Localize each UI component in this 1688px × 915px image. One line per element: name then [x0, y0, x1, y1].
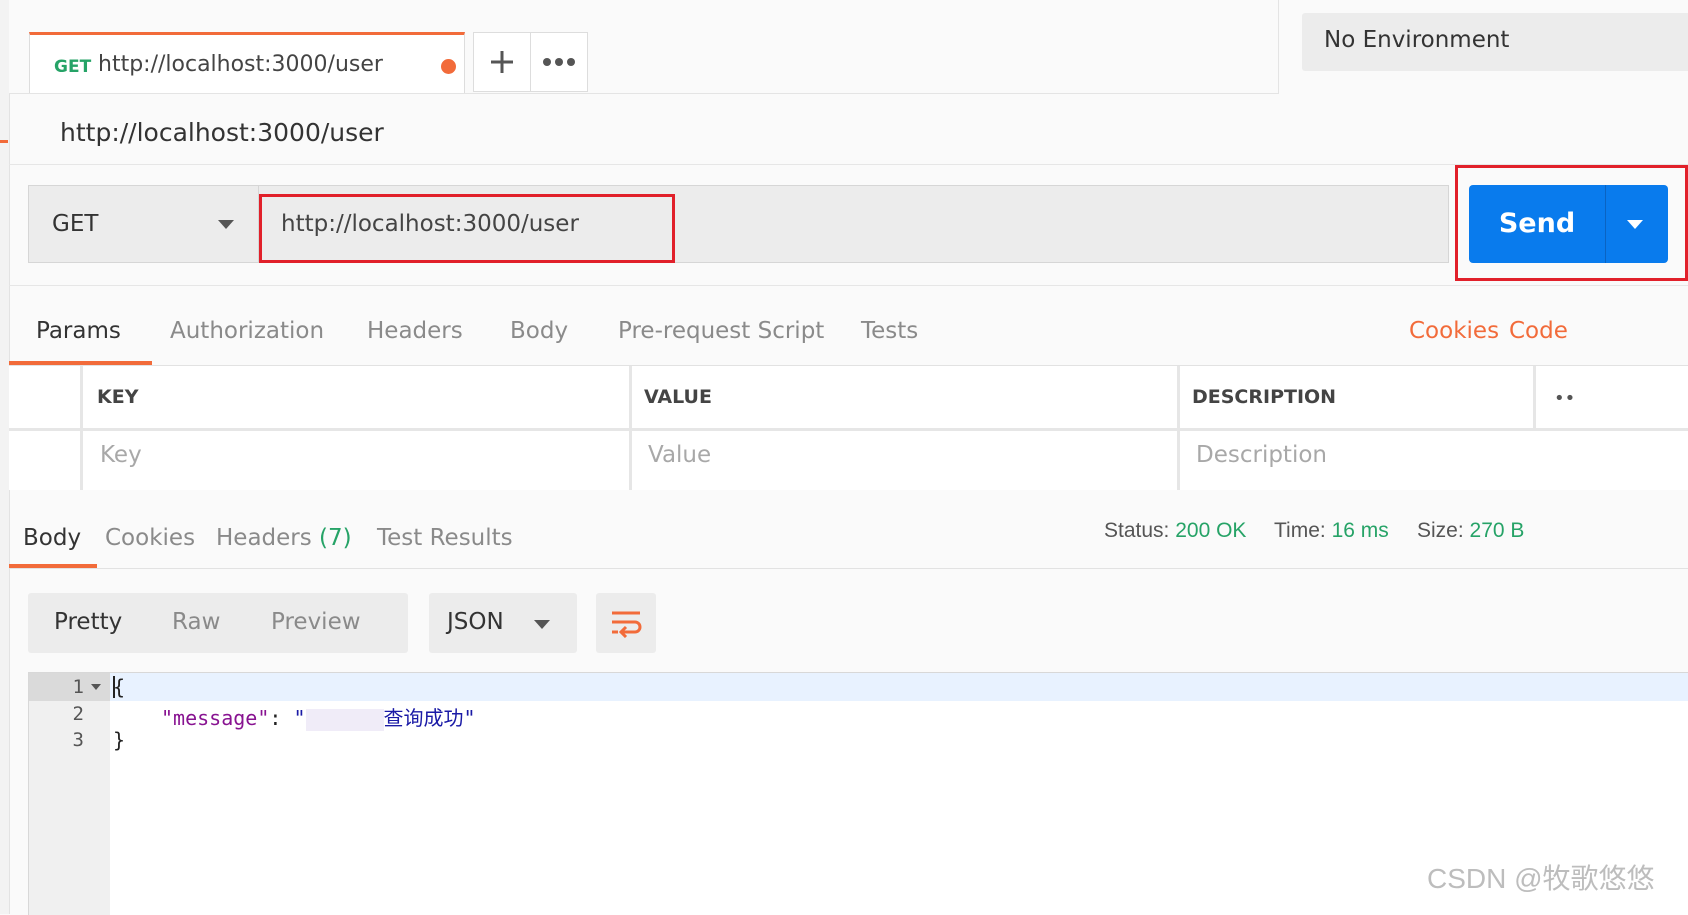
value-input[interactable]: Value — [648, 442, 711, 468]
plus-icon — [491, 51, 513, 73]
description-input[interactable]: Description — [1196, 442, 1327, 468]
tab-headers[interactable]: Headers — [367, 318, 463, 344]
more-icon — [543, 58, 575, 66]
code-line-3: } — [113, 728, 126, 752]
line-number: 2 — [72, 703, 84, 725]
preview-button[interactable]: Preview — [271, 609, 361, 635]
divider — [1278, 0, 1279, 93]
response-tab-test-results[interactable]: Test Results — [377, 525, 513, 551]
size-value: 270 B — [1469, 519, 1525, 542]
headers-count-badge: (7) — [319, 525, 352, 551]
environment-label: No Environment — [1324, 27, 1510, 53]
tab-url: http://localhost:3000/user — [98, 52, 383, 77]
code-line-2: "message": " 查询成功" — [161, 706, 476, 731]
response-tab-cookies[interactable]: Cookies — [105, 525, 195, 551]
wrap-lines-icon — [612, 611, 642, 638]
time-value: 16 ms — [1331, 519, 1389, 542]
chevron-down-icon — [218, 220, 234, 229]
tab-authorization[interactable]: Authorization — [170, 318, 324, 344]
column-header-key: KEY — [97, 386, 139, 408]
format-mode-group: Pretty Raw Preview — [28, 593, 408, 653]
status-readout: Status: 200 OK — [1104, 519, 1247, 542]
pretty-button[interactable]: Pretty — [54, 609, 122, 635]
divider — [9, 568, 1688, 569]
response-type-value: JSON — [447, 609, 504, 635]
size-readout: Size: 270 B — [1417, 519, 1525, 542]
time-readout: Time: 16 ms — [1274, 519, 1389, 542]
column-header-value: VALUE — [644, 386, 712, 408]
line-number: 1 — [72, 676, 84, 698]
tab-method: GET — [54, 57, 92, 77]
column-header-description: DESCRIPTION — [1192, 386, 1337, 408]
unsaved-dot-icon — [441, 59, 456, 74]
environment-select[interactable]: No Environment — [1302, 13, 1688, 71]
tab-tests[interactable]: Tests — [861, 318, 918, 344]
code-link[interactable]: Code — [1509, 318, 1568, 344]
divider — [9, 285, 1688, 286]
wrap-lines-button[interactable] — [596, 593, 656, 653]
request-tab[interactable]: GET http://localhost:3000/user — [29, 32, 465, 93]
status-value: 200 OK — [1175, 519, 1247, 542]
redacted-text — [305, 708, 384, 731]
code-line-1: { — [113, 675, 126, 699]
tab-pre-request-script[interactable]: Pre-request Script — [618, 318, 824, 344]
line-number: 3 — [72, 729, 84, 751]
tab-body[interactable]: Body — [510, 318, 568, 344]
more-tabs-button[interactable] — [530, 32, 588, 92]
send-highlight-box — [1455, 165, 1688, 281]
fold-toggle-icon[interactable] — [91, 684, 101, 690]
raw-button[interactable]: Raw — [172, 609, 220, 635]
response-tab-headers-label: Headers — [216, 525, 312, 551]
method-select[interactable]: GET — [28, 185, 259, 263]
watermark: CSDN @牧歌悠悠 — [1427, 863, 1655, 894]
request-title: http://localhost:3000/user — [60, 118, 384, 147]
method-value: GET — [52, 211, 99, 237]
response-tab-headers[interactable]: Headers (7) — [216, 525, 352, 551]
params-table: KEY VALUE DESCRIPTION •• Key Value Descr… — [9, 366, 1688, 490]
key-input[interactable]: Key — [100, 442, 142, 468]
tab-params[interactable]: Params — [36, 318, 121, 344]
cookies-link[interactable]: Cookies — [1409, 318, 1499, 344]
table-options-icon[interactable]: •• — [1554, 388, 1575, 409]
url-highlight-box — [259, 194, 675, 263]
response-type-select[interactable]: JSON — [429, 593, 577, 653]
chevron-down-icon — [534, 620, 550, 629]
response-tab-body[interactable]: Body — [23, 525, 81, 551]
new-tab-button[interactable] — [473, 32, 531, 92]
divider — [9, 164, 1688, 165]
